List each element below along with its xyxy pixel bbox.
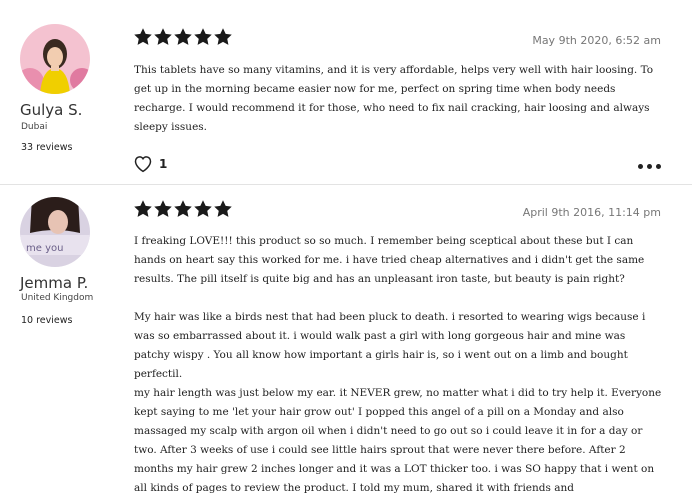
star-icon <box>174 200 192 217</box>
like-button[interactable]: 1 <box>133 154 167 173</box>
author-location: United Kingdom <box>21 293 94 303</box>
review-text: I freaking LOVE!!! this product so so mu… <box>134 232 662 498</box>
author-review-count: 10 reviews <box>21 315 73 326</box>
star-icon <box>134 200 152 217</box>
star-icon <box>194 28 212 45</box>
star-rating <box>133 199 233 219</box>
avatar[interactable] <box>20 24 90 94</box>
review-date: May 9th 2020, 6:52 am <box>532 34 661 47</box>
review-paragraph: My hair was like a birds nest that had b… <box>134 311 646 380</box>
avatar[interactable]: me you <box>20 197 90 267</box>
review-paragraph: my hair length was just below my ear. it… <box>134 387 662 494</box>
review-paragraph: I freaking LOVE!!! this product so so mu… <box>134 235 645 285</box>
review-date: April 9th 2016, 11:14 pm <box>522 206 661 219</box>
avatar-overlay-text: me you <box>26 243 63 254</box>
star-icon <box>174 28 192 45</box>
star-rating <box>133 27 233 47</box>
author-name: Jemma P. <box>20 274 89 292</box>
like-count: 1 <box>159 156 168 171</box>
more-options-icon[interactable] <box>638 164 661 169</box>
review-text: This tablets have so many vitamins, and … <box>134 61 662 137</box>
star-icon <box>154 200 172 217</box>
star-icon <box>154 28 172 45</box>
heart-icon[interactable] <box>133 154 153 173</box>
author-name: Gulya S. <box>20 101 83 119</box>
star-icon <box>214 28 232 45</box>
author-location: Dubai <box>21 122 48 132</box>
star-icon <box>214 200 232 217</box>
star-icon <box>194 200 212 217</box>
author-review-count: 33 reviews <box>21 142 73 153</box>
star-icon <box>134 28 152 45</box>
review-paragraph: This tablets have so many vitamins, and … <box>134 64 654 133</box>
review-card: Gulya S. Dubai 33 reviews May 9th 2020, … <box>0 0 692 185</box>
